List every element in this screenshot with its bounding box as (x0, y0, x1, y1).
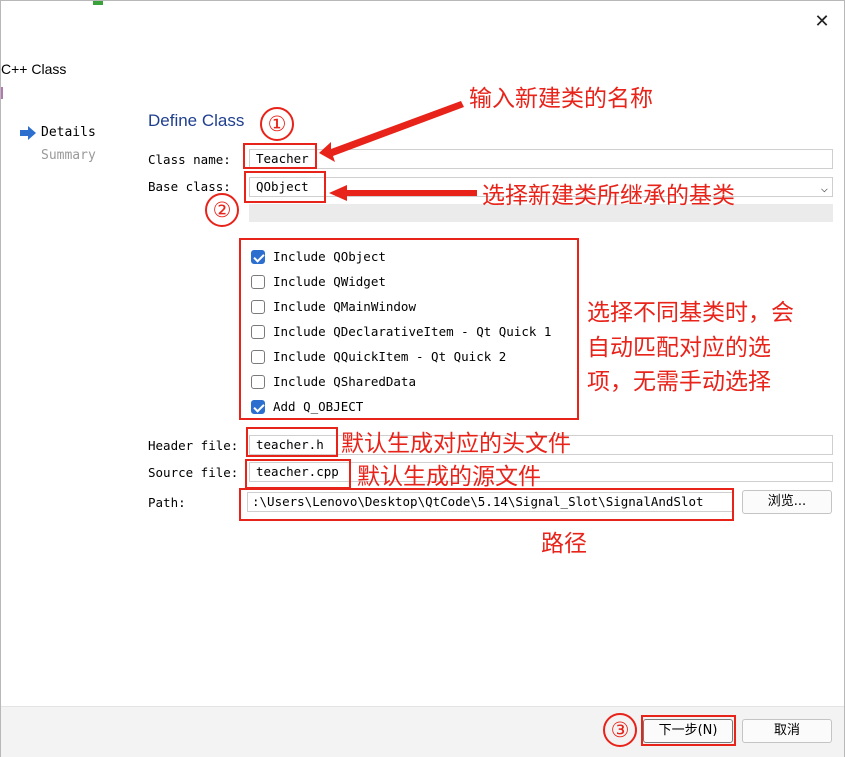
source-file-input[interactable]: teacher.cpp (249, 462, 833, 482)
annotation-options-line-2: 自动匹配对应的选 (587, 335, 771, 361)
checkbox[interactable] (251, 375, 265, 389)
checkbox[interactable] (251, 400, 265, 414)
option-label: Include QMainWindow (273, 299, 416, 314)
option-label: Add Q_OBJECT (273, 399, 364, 414)
arrow-to-base-class (329, 185, 477, 201)
next-button[interactable]: 下一步(N) (643, 719, 733, 743)
source-file-label: Source file: (148, 465, 239, 480)
annotation-options-line-1: 选择不同基类时，会 (587, 300, 794, 326)
annotation-header-file: 默认生成对应的头文件 (341, 431, 571, 457)
annotation-class-name: 输入新建类的名称 (469, 86, 653, 112)
checkbox[interactable] (251, 350, 265, 364)
browse-button[interactable]: 浏览... (742, 490, 832, 514)
annotation-base-class: 选择新建类所继承的基类 (482, 183, 735, 209)
arrow-to-class-name (319, 101, 464, 162)
checkbox[interactable] (251, 300, 265, 314)
annotation-path: 路径 (541, 531, 587, 557)
step-number-3: ③ (603, 713, 637, 747)
annotation-source-file: 默认生成的源文件 (357, 464, 541, 490)
option-label: Include QQuickItem - Qt Quick 2 (273, 349, 507, 364)
annotation-options-line-3: 项，无需手动选择 (587, 369, 771, 395)
header-file-label: Header file: (148, 438, 239, 453)
cancel-button[interactable]: 取消 (742, 719, 832, 743)
option-label: Include QDeclarativeItem - Qt Quick 1 (273, 324, 552, 339)
annotation-arrows (319, 101, 477, 201)
path-input[interactable]: :\Users\Lenovo\Desktop\QtCode\5.14\Signa… (247, 492, 733, 512)
checkbox[interactable] (251, 325, 265, 339)
path-label: Path: (148, 495, 186, 510)
new-class-dialog: ✕ C++ Class Details Summary Define Class… (0, 0, 845, 757)
option-label: Include QSharedData (273, 374, 416, 389)
